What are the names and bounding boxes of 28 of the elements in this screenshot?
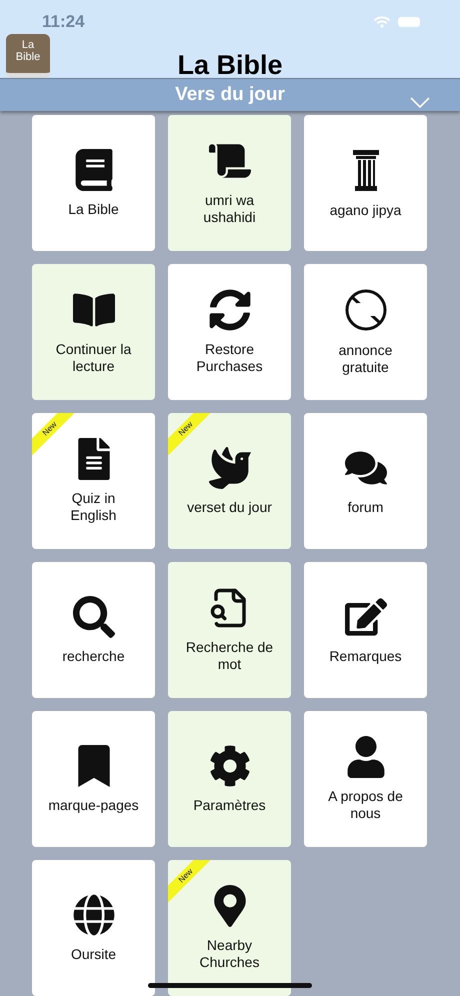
refresh-icon [208,289,250,331]
pillar-icon [350,148,380,192]
edit-icon [344,596,386,638]
menu-tile[interactable]: annonce gratuite [304,264,427,400]
menu-tile[interactable]: Paramètres [168,711,291,847]
menu-tile[interactable]: Recherche de mot [168,562,291,698]
menu-tile[interactable]: recherche [32,562,155,698]
menu-tile[interactable]: forum [304,413,427,549]
menu-tile[interactable]: marque-pages [32,711,155,847]
menu-tile[interactable]: Remarques [304,562,427,698]
app-icon[interactable]: La Bible [6,34,50,78]
status-time: 11:24 [42,12,85,32]
menu-tile[interactable]: Continuer la lecture [32,264,155,400]
book-icon [72,148,114,190]
menu-tile[interactable]: La Bible [32,115,155,251]
battery-icon [398,17,420,27]
menu-tile[interactable]: Restore Purchases [168,264,291,400]
search-icon [72,596,114,638]
menu-tile[interactable]: agano jipya [304,115,427,251]
menu-tile[interactable]: A propos de nous [304,711,427,847]
menu-tile[interactable]: Oursite [32,860,155,996]
wifi-icon [374,14,390,30]
person-icon [344,736,386,778]
dove-icon [208,446,250,488]
globe-icon [72,894,114,936]
app-title: La Bible [177,50,283,81]
settings-icon [208,744,250,786]
menu-tile[interactable]: umri wa ushahidi [168,115,291,251]
